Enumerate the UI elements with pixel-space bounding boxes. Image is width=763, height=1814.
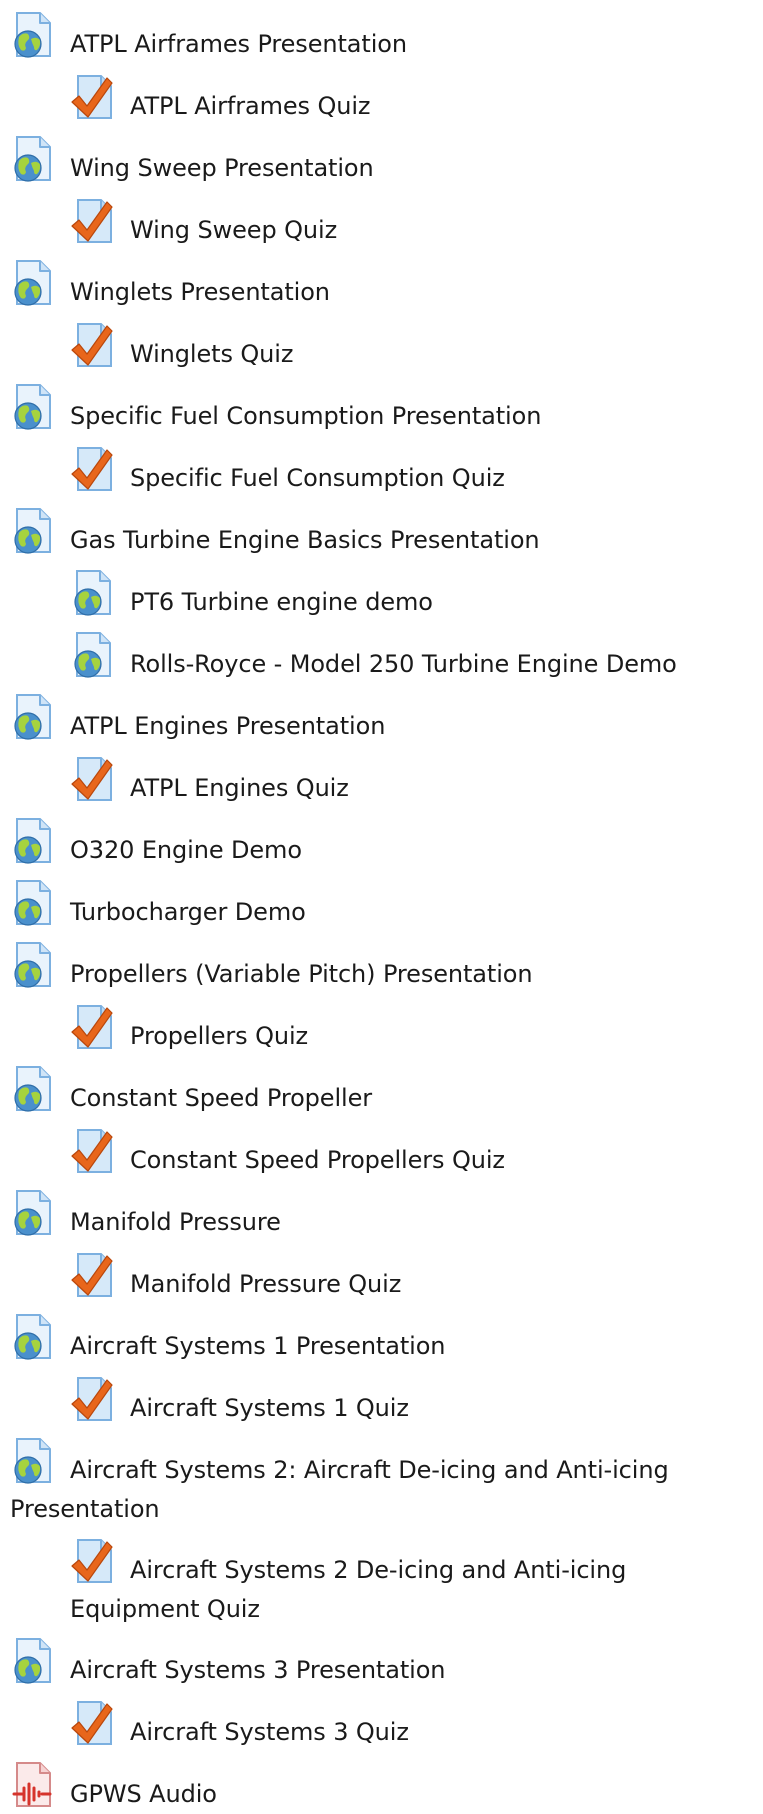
activity-label[interactable]: Aircraft Systems 3 Presentation xyxy=(70,1656,446,1684)
globe-document-icon xyxy=(10,1066,54,1114)
activity-item[interactable]: PT6 Turbine engine demo xyxy=(70,570,760,622)
activity-label[interactable]: GPWS Audio xyxy=(70,1780,217,1808)
globe-document-icon xyxy=(10,1190,54,1238)
activity-item[interactable]: Manifold Pressure xyxy=(10,1190,755,1242)
activity-label[interactable]: PT6 Turbine engine demo xyxy=(130,588,433,616)
quiz-checkmark-icon xyxy=(70,1005,114,1052)
globe-document-icon xyxy=(10,1438,54,1486)
activity-label[interactable]: Turbocharger Demo xyxy=(70,898,306,926)
globe-document-icon xyxy=(70,570,114,618)
activity-item[interactable]: ATPL Airframes Presentation xyxy=(10,12,755,64)
globe-document-icon xyxy=(10,1314,54,1362)
audio-file-icon xyxy=(10,1762,54,1810)
globe-document-icon xyxy=(10,260,54,308)
activity-item[interactable]: ATPL Airframes Quiz xyxy=(70,75,760,126)
activity-label[interactable]: Specific Fuel Consumption Presentation xyxy=(70,402,541,430)
quiz-checkmark-icon xyxy=(70,1701,114,1748)
activity-item[interactable]: Aircraft Systems 3 Quiz xyxy=(70,1701,760,1752)
globe-document-icon xyxy=(10,942,54,990)
activity-item[interactable]: Wing Sweep Quiz xyxy=(70,199,760,250)
globe-document-icon xyxy=(10,694,54,742)
activity-label[interactable]: ATPL Engines Quiz xyxy=(130,774,349,802)
quiz-checkmark-icon xyxy=(70,1253,114,1300)
quiz-checkmark-icon xyxy=(70,1377,114,1424)
globe-document-icon xyxy=(10,136,54,184)
activity-item[interactable]: ATPL Engines Presentation xyxy=(10,694,755,746)
activity-item[interactable]: Manifold Pressure Quiz xyxy=(70,1253,760,1304)
activity-item[interactable]: Rolls-Royce - Model 250 Turbine Engine D… xyxy=(70,632,760,684)
quiz-checkmark-icon xyxy=(70,75,114,122)
activity-label[interactable]: Manifold Pressure xyxy=(70,1208,281,1236)
activity-label[interactable]: Specific Fuel Consumption Quiz xyxy=(130,464,505,492)
activity-label[interactable]: Gas Turbine Engine Basics Presentation xyxy=(70,526,540,554)
quiz-checkmark-icon xyxy=(70,1539,114,1586)
activity-label[interactable]: Aircraft Systems 2: Aircraft De-icing an… xyxy=(10,1456,669,1523)
activity-label[interactable]: Constant Speed Propeller xyxy=(70,1084,372,1112)
activity-label[interactable]: O320 Engine Demo xyxy=(70,836,302,864)
activity-label[interactable]: Aircraft Systems 2 De-icing and Anti-ici… xyxy=(70,1556,626,1623)
activity-label[interactable]: Aircraft Systems 1 Presentation xyxy=(70,1332,446,1360)
quiz-checkmark-icon xyxy=(70,757,114,804)
activity-item[interactable]: Turbocharger Demo xyxy=(10,880,755,932)
activity-item[interactable]: GPWS Audio xyxy=(10,1762,755,1814)
activity-label[interactable]: Wing Sweep Presentation xyxy=(70,154,374,182)
activity-item[interactable]: Constant Speed Propeller xyxy=(10,1066,755,1118)
quiz-checkmark-icon xyxy=(70,1129,114,1176)
activity-item[interactable]: Constant Speed Propellers Quiz xyxy=(70,1129,760,1180)
activity-label[interactable]: Rolls-Royce - Model 250 Turbine Engine D… xyxy=(130,650,677,678)
globe-document-icon xyxy=(10,12,54,60)
globe-document-icon xyxy=(10,880,54,928)
globe-document-icon xyxy=(70,632,114,680)
activity-label[interactable]: Manifold Pressure Quiz xyxy=(130,1270,401,1298)
activity-label[interactable]: Wing Sweep Quiz xyxy=(130,216,337,244)
activity-item[interactable]: Specific Fuel Consumption Presentation xyxy=(10,384,755,436)
activity-item[interactable]: Propellers Quiz xyxy=(70,1005,760,1056)
activity-label[interactable]: Constant Speed Propellers Quiz xyxy=(130,1146,505,1174)
activity-item[interactable]: Wing Sweep Presentation xyxy=(10,136,755,188)
activity-label[interactable]: Aircraft Systems 1 Quiz xyxy=(130,1394,409,1422)
activity-label[interactable]: Aircraft Systems 3 Quiz xyxy=(130,1718,409,1746)
globe-document-icon xyxy=(10,508,54,556)
activity-item[interactable]: Gas Turbine Engine Basics Presentation xyxy=(10,508,755,560)
activity-label[interactable]: ATPL Airframes Presentation xyxy=(70,30,407,58)
activity-item[interactable]: Aircraft Systems 3 Presentation xyxy=(10,1638,755,1690)
activity-item[interactable]: Aircraft Systems 1 Quiz xyxy=(70,1377,760,1428)
globe-document-icon xyxy=(10,384,54,432)
activity-item[interactable]: Aircraft Systems 2: Aircraft De-icing an… xyxy=(10,1438,755,1529)
course-activity-list: ATPL Airframes Presentation ATPL Airfram… xyxy=(0,0,763,1808)
activity-label[interactable]: ATPL Airframes Quiz xyxy=(130,92,371,120)
activity-label[interactable]: ATPL Engines Presentation xyxy=(70,712,385,740)
activity-item[interactable]: Specific Fuel Consumption Quiz xyxy=(70,447,760,498)
activity-item[interactable]: Propellers (Variable Pitch) Presentation xyxy=(10,942,755,994)
activity-label[interactable]: Winglets Quiz xyxy=(130,340,293,368)
activity-item[interactable]: Winglets Quiz xyxy=(70,323,760,374)
activity-item[interactable]: O320 Engine Demo xyxy=(10,818,755,870)
activity-item[interactable]: Winglets Presentation xyxy=(10,260,755,312)
activity-label[interactable]: Winglets Presentation xyxy=(70,278,330,306)
activity-label[interactable]: Propellers (Variable Pitch) Presentation xyxy=(70,960,533,988)
globe-document-icon xyxy=(10,1638,54,1686)
globe-document-icon xyxy=(10,818,54,866)
quiz-checkmark-icon xyxy=(70,199,114,246)
quiz-checkmark-icon xyxy=(70,447,114,494)
activity-item[interactable]: Aircraft Systems 1 Presentation xyxy=(10,1314,755,1366)
activity-item[interactable]: Aircraft Systems 2 De-icing and Anti-ici… xyxy=(70,1539,760,1629)
activity-label[interactable]: Propellers Quiz xyxy=(130,1022,308,1050)
quiz-checkmark-icon xyxy=(70,323,114,370)
activity-item[interactable]: ATPL Engines Quiz xyxy=(70,757,760,808)
